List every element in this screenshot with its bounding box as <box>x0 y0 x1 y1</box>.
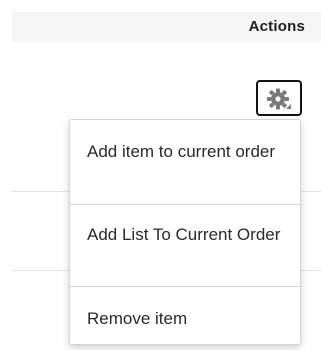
dropdown-caret-icon <box>286 104 291 109</box>
table-header: Actions <box>12 12 321 42</box>
menu-divider <box>70 286 300 287</box>
menu-item-remove-item[interactable]: Remove item <box>70 308 300 329</box>
actions-column-header: Actions <box>248 18 305 35</box>
gear-icon <box>267 88 291 110</box>
menu-divider <box>70 204 300 205</box>
row-actions-button[interactable] <box>256 80 302 116</box>
actions-dropdown-menu: Add item to current order Add List To Cu… <box>69 119 301 345</box>
menu-item-add-list-to-current-order[interactable]: Add List To Current Order <box>70 224 300 245</box>
menu-item-add-item-to-current-order[interactable]: Add item to current order <box>70 141 300 162</box>
